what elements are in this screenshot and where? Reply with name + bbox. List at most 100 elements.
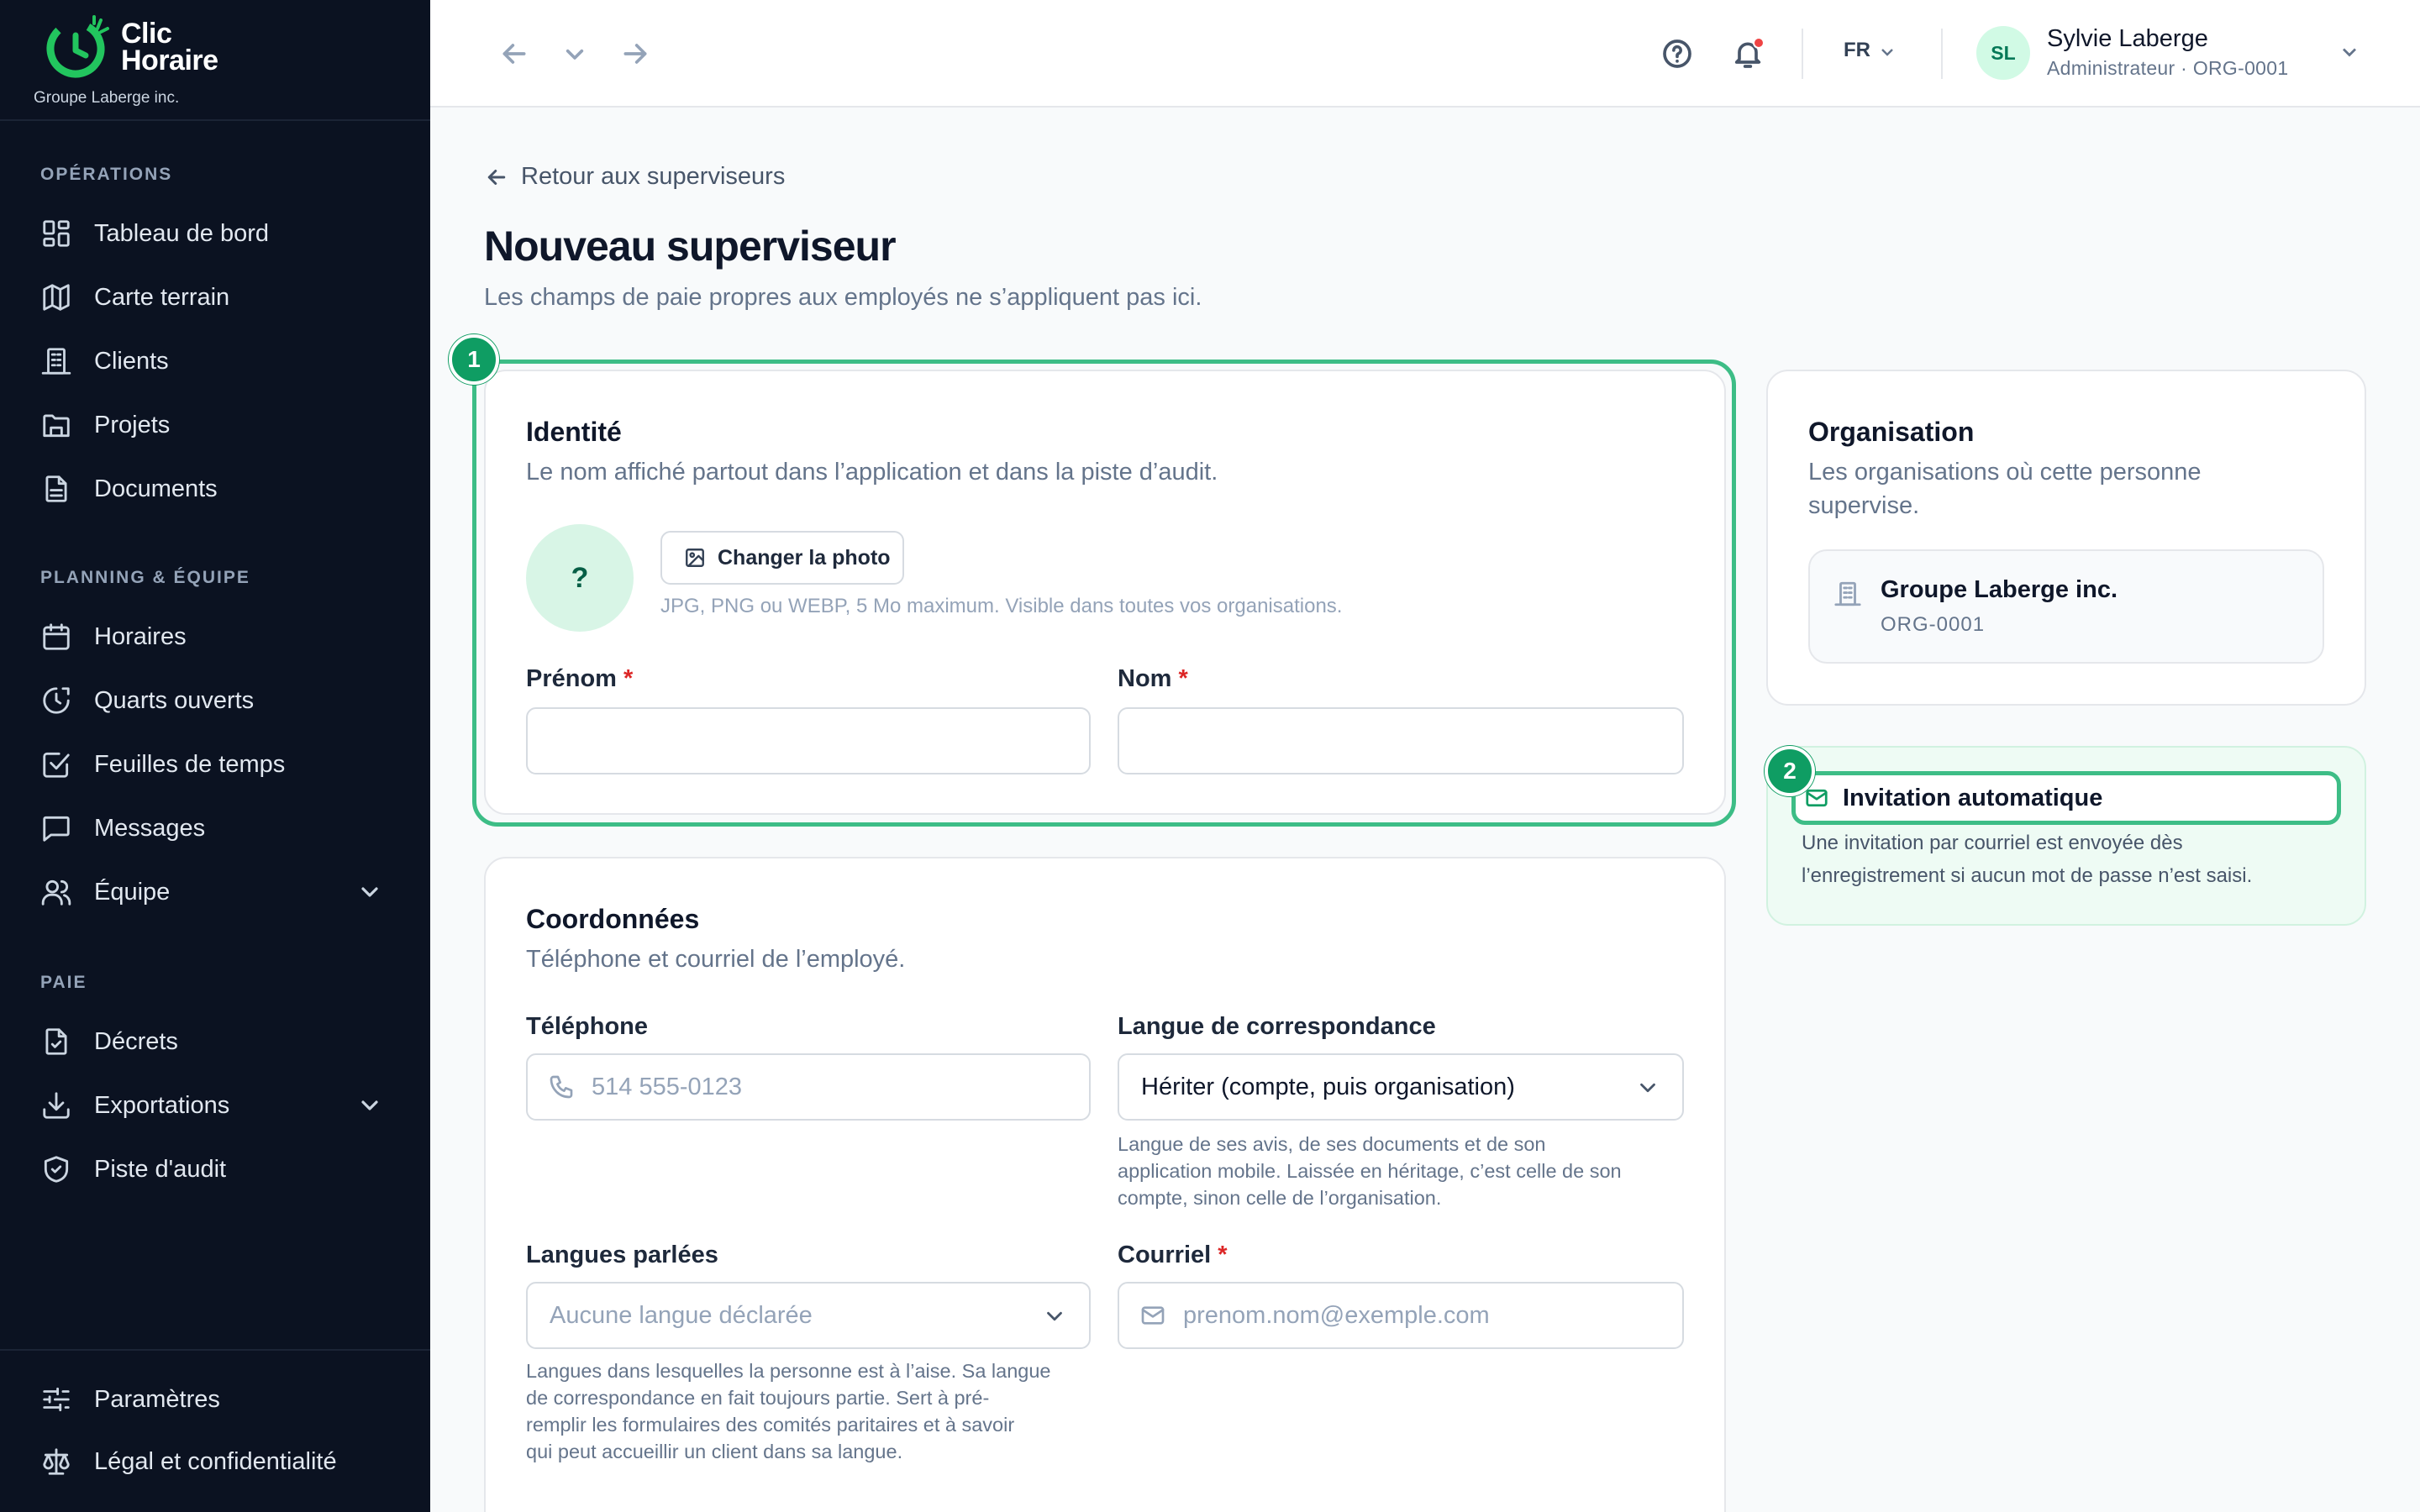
section-description: Le nom affiché partout dans l’applicatio… <box>526 459 1218 486</box>
chevron-down-icon <box>1635 1075 1660 1100</box>
divider <box>0 119 430 121</box>
sidebar-item-map[interactable]: Carte terrain <box>34 272 397 323</box>
change-photo-button[interactable]: Changer la photo <box>660 531 904 585</box>
back-link[interactable]: Retour aux superviseurs <box>484 163 785 191</box>
chevron-down-icon[interactable] <box>356 1092 383 1119</box>
sidebar-item-clients[interactable]: Clients <box>34 336 397 386</box>
email-label: Courriel * <box>1118 1242 1228 1268</box>
sidebar-item-dashboard[interactable]: Tableau de bord <box>34 208 397 259</box>
sidebar-item-label: Exportations <box>94 1091 230 1119</box>
sidebar-item-projects[interactable]: Projets <box>34 400 397 450</box>
sidebar-item-label: Projets <box>94 411 171 438</box>
folder-icon <box>34 408 81 442</box>
sidebar-item-documents[interactable]: Documents <box>34 464 397 514</box>
download-icon <box>34 1089 81 1122</box>
sidebar-item-team[interactable]: Équipe <box>34 867 397 917</box>
logo-icon <box>46 15 109 78</box>
map-icon <box>34 281 81 314</box>
user-name[interactable]: Sylvie Laberge <box>2047 25 2208 53</box>
correspondence-language-value: Hériter (compte, puis organisation) <box>1141 1073 1515 1100</box>
sidebar-item-label: Décrets <box>94 1027 178 1055</box>
building-icon <box>1834 581 1861 606</box>
photo-help-text: JPG, PNG ou WEBP, 5 Mo maximum. Visible … <box>660 595 1343 617</box>
divider <box>1941 29 1943 79</box>
sidebar-item-label: Feuilles de temps <box>94 750 286 778</box>
last-name-input[interactable] <box>1118 707 1684 774</box>
section-label-operations: OPÉRATIONS <box>40 165 173 184</box>
phone-placeholder: 514 555-0123 <box>592 1073 742 1100</box>
chevron-down-icon <box>1042 1304 1067 1329</box>
sidebar-item-timesheets[interactable]: Feuilles de temps <box>34 739 397 790</box>
phone-input[interactable]: 514 555-0123 <box>526 1053 1091 1121</box>
arrow-left-icon[interactable] <box>497 37 531 71</box>
sidebar-item-label: Légal et confidentialité <box>94 1447 337 1475</box>
first-name-input[interactable] <box>526 707 1091 774</box>
sidebar-item-schedules[interactable]: Horaires <box>34 612 397 662</box>
change-photo-label: Changer la photo <box>718 545 891 570</box>
message-icon <box>34 811 81 845</box>
spoken-languages-label: Langues parlées <box>526 1242 718 1268</box>
sidebar-item-messages[interactable]: Messages <box>34 803 397 853</box>
mail-icon <box>1806 789 1828 807</box>
organisation-item[interactable]: Groupe Laberge inc. ORG-0001 <box>1808 549 2324 664</box>
brand[interactable]: Clic Horaire Groupe Laberge inc. <box>34 8 403 114</box>
sidebar-item-exports[interactable]: Exportations <box>34 1080 397 1131</box>
spoken-languages-select[interactable]: Aucune langue déclarée <box>526 1282 1091 1349</box>
chevron-down-icon[interactable] <box>1877 42 1897 62</box>
section-title: Coordonnées <box>526 904 700 934</box>
sidebar: Clic Horaire Groupe Laberge inc. OPÉRATI… <box>0 0 430 1512</box>
scale-icon <box>34 1445 81 1478</box>
section-title: Identité <box>526 417 622 447</box>
organisation-code: ORG-0001 <box>1881 613 1986 636</box>
sidebar-item-decrees[interactable]: Décrets <box>34 1016 397 1067</box>
chevron-down-icon[interactable] <box>2338 40 2361 64</box>
correspondence-language-select[interactable]: Hériter (compte, puis organisation) <box>1118 1053 1684 1121</box>
first-name-label: Prénom * <box>526 665 634 692</box>
sidebar-item-label: Documents <box>94 475 218 502</box>
avatar-placeholder[interactable]: ? <box>526 524 634 632</box>
notification-dot <box>1753 37 1765 49</box>
email-placeholder: prenom.nom@exemple.com <box>1183 1301 1490 1329</box>
email-input[interactable]: prenom.nom@exemple.com <box>1118 1282 1684 1349</box>
help-icon[interactable] <box>1660 37 1694 71</box>
chevron-down-icon[interactable] <box>558 37 592 71</box>
phone-label: Téléphone <box>526 1013 649 1040</box>
arrow-left-icon <box>487 169 506 185</box>
divider <box>1802 29 1803 79</box>
sliders-icon <box>34 1383 81 1416</box>
language-selector[interactable]: FR <box>1844 39 1870 62</box>
invitation-title: Invitation automatique <box>1843 784 2103 811</box>
last-name-label: Nom * <box>1118 665 1188 692</box>
shield-icon <box>34 1152 81 1186</box>
users-icon <box>34 875 81 909</box>
correspondence-language-label: Langue de correspondance <box>1118 1013 1436 1040</box>
avatar[interactable]: SL <box>1976 26 2030 80</box>
required-mark: * <box>623 665 634 692</box>
brand-org: Groupe Laberge inc. <box>34 89 180 107</box>
divider <box>0 1349 430 1351</box>
sidebar-item-label: Clients <box>94 347 169 375</box>
sidebar-item-audit[interactable]: Piste d'audit <box>34 1144 397 1194</box>
sidebar-item-open-shifts[interactable]: Quarts ouverts <box>34 675 397 726</box>
sidebar-item-label: Quarts ouverts <box>94 686 255 714</box>
arrow-right-icon[interactable] <box>618 37 652 71</box>
sidebar-item-label: Paramètres <box>94 1385 220 1413</box>
section-label-planning: PLANNING & ÉQUIPE <box>40 568 250 587</box>
spoken-languages-help: Langues dans lesquelles la personne est … <box>526 1360 1051 1462</box>
spoken-languages-placeholder: Aucune langue déclarée <box>550 1301 813 1329</box>
correspondence-language-help: Langue de ses avis, de ses documents et … <box>1118 1133 1622 1209</box>
step-badge: 2 <box>1765 746 1815 796</box>
page-subtitle: Les champs de paie propres aux employés … <box>484 284 1202 311</box>
bell-icon[interactable] <box>1731 37 1765 71</box>
required-mark: * <box>1218 1242 1228 1268</box>
topbar: FR SL Sylvie Laberge Administrateur · OR… <box>430 0 2420 108</box>
chevron-down-icon[interactable] <box>356 879 383 906</box>
phone-icon <box>550 1075 573 1099</box>
invitation-text: Une invitation par courriel est envoyée … <box>1802 832 2253 887</box>
calendar-icon <box>34 620 81 654</box>
page-title: Nouveau superviseur <box>484 223 897 270</box>
sidebar-item-settings[interactable]: Paramètres <box>34 1374 397 1425</box>
file-check-icon <box>34 1025 81 1058</box>
section-title: Organisation <box>1808 417 1975 447</box>
sidebar-item-legal[interactable]: Légal et confidentialité <box>34 1436 397 1487</box>
